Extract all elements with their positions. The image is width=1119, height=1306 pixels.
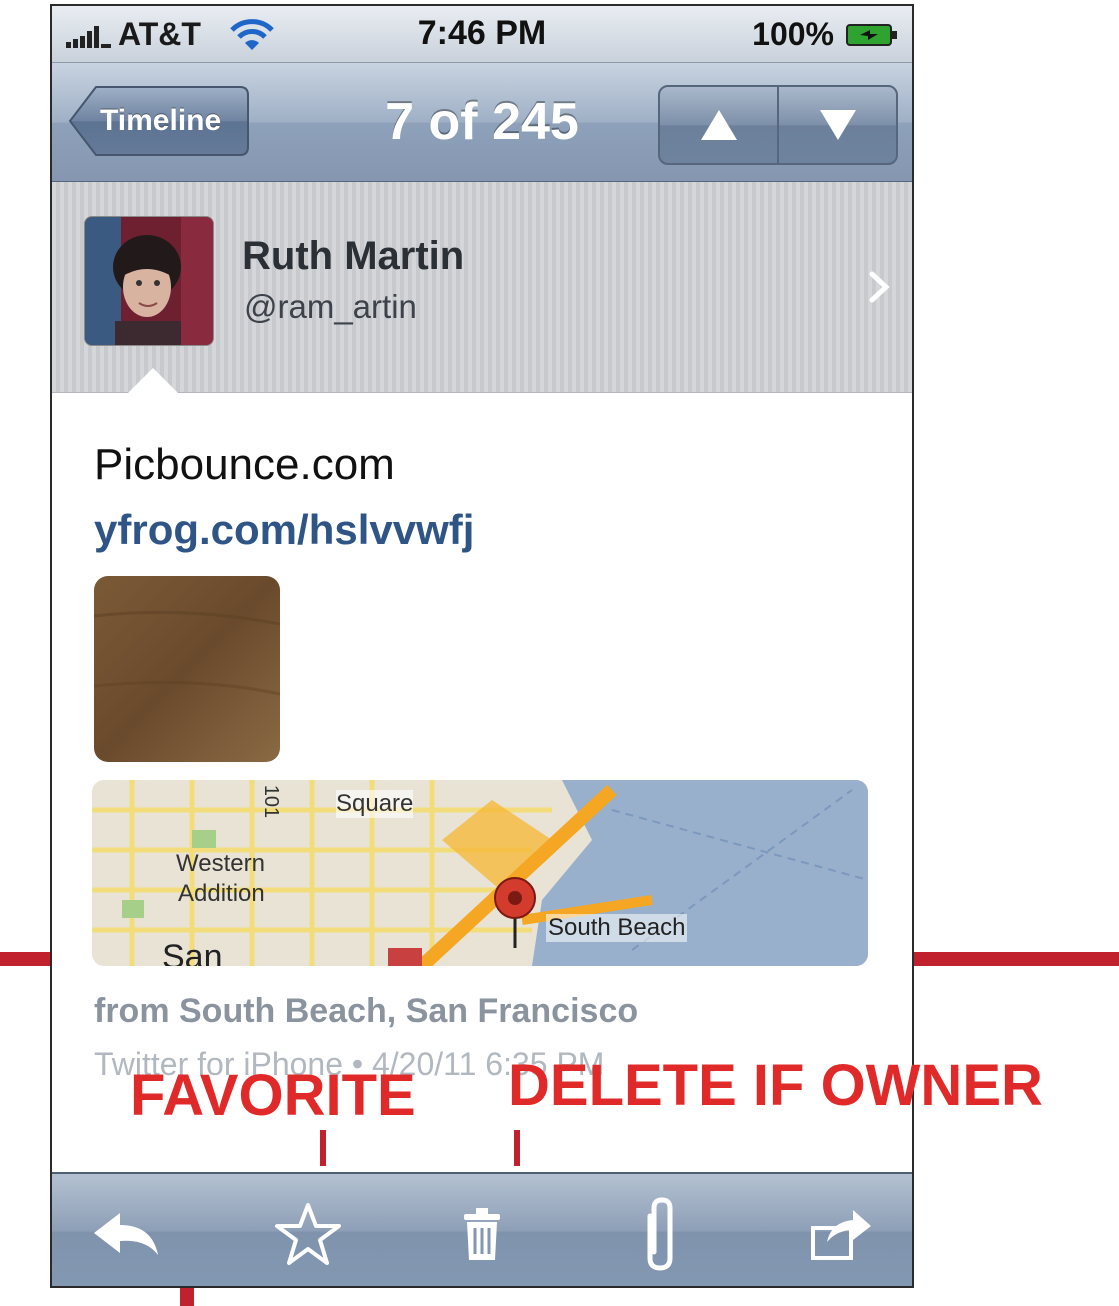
annotation-tick-bottom xyxy=(180,1288,194,1306)
annotation-favorite: FAVORITE xyxy=(130,1063,416,1128)
map-label-south-beach: South Beach xyxy=(546,914,688,942)
user-handle: @ram_artin xyxy=(244,288,417,325)
back-button-label: Timeline xyxy=(100,104,222,137)
star-icon xyxy=(275,1203,341,1265)
map-label-western: Western xyxy=(176,850,265,877)
battery-charging-icon xyxy=(846,24,897,46)
user-profile-row[interactable]: Ruth Martin @ram_artin xyxy=(52,182,912,393)
delete-button[interactable] xyxy=(442,1194,522,1274)
location-map[interactable]: Square 101 Western Addition South Beach … xyxy=(92,780,868,966)
paperclip-icon xyxy=(647,1197,673,1271)
triangle-down-icon xyxy=(819,110,856,140)
trash-icon xyxy=(464,1208,500,1260)
avatar-image xyxy=(85,217,213,345)
map-label-highway: 101 xyxy=(260,784,283,819)
back-timeline-button[interactable]: Timeline xyxy=(68,85,250,157)
share-button[interactable] xyxy=(802,1194,882,1274)
bottom-toolbar xyxy=(52,1172,912,1286)
photo-thumbnail[interactable] xyxy=(94,576,280,762)
triangle-up-icon xyxy=(700,110,737,140)
avatar[interactable] xyxy=(84,216,214,346)
map-label-san: San xyxy=(162,938,223,966)
page-title: 7 of 245 xyxy=(385,93,579,151)
annotation-rule-left xyxy=(0,952,52,966)
annotation-pointer-delete xyxy=(514,1130,520,1166)
previous-tweet-button[interactable] xyxy=(660,87,777,163)
tweet-location: from South Beach, San Francisco xyxy=(94,992,639,1030)
battery-percent: 100% xyxy=(752,16,834,52)
chevron-right-icon xyxy=(869,271,890,303)
favorite-button[interactable] xyxy=(268,1194,348,1274)
tweet-link[interactable]: yfrog.com/hslvvwfj xyxy=(94,506,474,554)
map-label-addition: Addition xyxy=(178,880,265,907)
profile-pointer xyxy=(128,368,178,393)
share-icon xyxy=(811,1210,871,1260)
annotation-rule-right xyxy=(910,952,1119,966)
map-label-square: Square xyxy=(336,790,414,818)
prev-next-segmented-control xyxy=(658,85,898,165)
next-tweet-button[interactable] xyxy=(777,87,896,163)
photo-thumbnail-image xyxy=(94,576,280,762)
annotation-pointer-favorite xyxy=(320,1130,326,1166)
status-bar: AT&T 7:46 PM 100% xyxy=(52,6,912,63)
attach-button[interactable] xyxy=(620,1194,700,1274)
tweet-text: Picbounce.com xyxy=(94,440,395,489)
reply-button[interactable] xyxy=(86,1194,166,1274)
navigation-bar: Timeline 7 of 245 xyxy=(52,63,912,182)
reply-icon xyxy=(94,1213,158,1255)
user-name: Ruth Martin xyxy=(242,234,465,278)
annotation-delete: DELETE IF OWNER xyxy=(508,1053,1043,1118)
